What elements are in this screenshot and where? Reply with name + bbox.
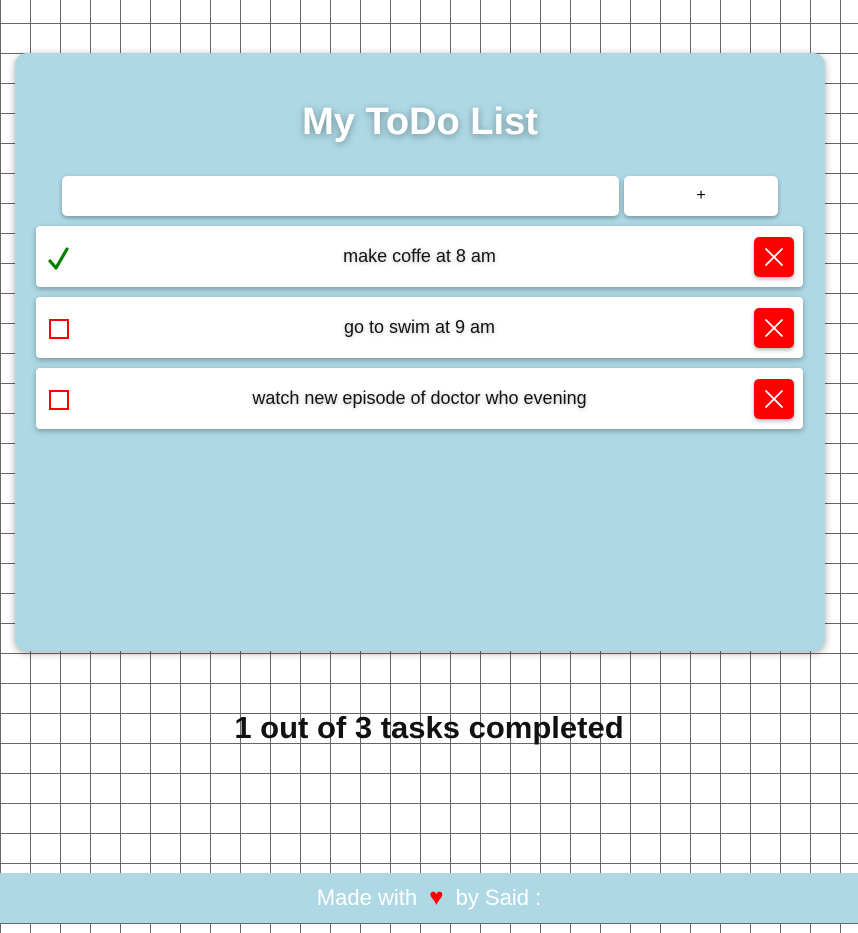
new-task-input[interactable] <box>62 176 619 216</box>
footer-suffix: by Said : <box>455 885 542 910</box>
task-text: make coffe at 8 am <box>343 246 496 266</box>
todo-card: My ToDo List + make coffe at 8 am go to … <box>15 53 825 651</box>
task-text: watch new episode of doctor who evening <box>252 388 587 408</box>
close-icon <box>765 319 783 337</box>
delete-task-button[interactable] <box>754 379 794 419</box>
empty-checkbox-icon[interactable] <box>48 318 69 339</box>
task-text: go to swim at 9 am <box>343 317 496 337</box>
page-title: My ToDo List <box>302 101 538 143</box>
completion-summary: 1 out of 3 tasks completed <box>234 710 624 745</box>
task-item: make coffe at 8 am <box>36 226 803 287</box>
task-item: watch new episode of doctor who evening <box>36 368 803 429</box>
delete-task-button[interactable] <box>754 237 794 277</box>
delete-task-button[interactable] <box>754 308 794 348</box>
footer-prefix: Made with <box>316 885 418 910</box>
close-icon <box>765 390 783 408</box>
footer: Made with ♥ by Said : <box>0 873 858 923</box>
close-icon <box>765 248 783 266</box>
heart-icon: ♥ <box>429 884 444 911</box>
empty-checkbox-icon[interactable] <box>48 389 69 410</box>
task-item: go to swim at 9 am <box>36 297 803 358</box>
add-task-button[interactable]: + <box>624 176 778 216</box>
checkmark-icon[interactable] <box>48 247 69 270</box>
